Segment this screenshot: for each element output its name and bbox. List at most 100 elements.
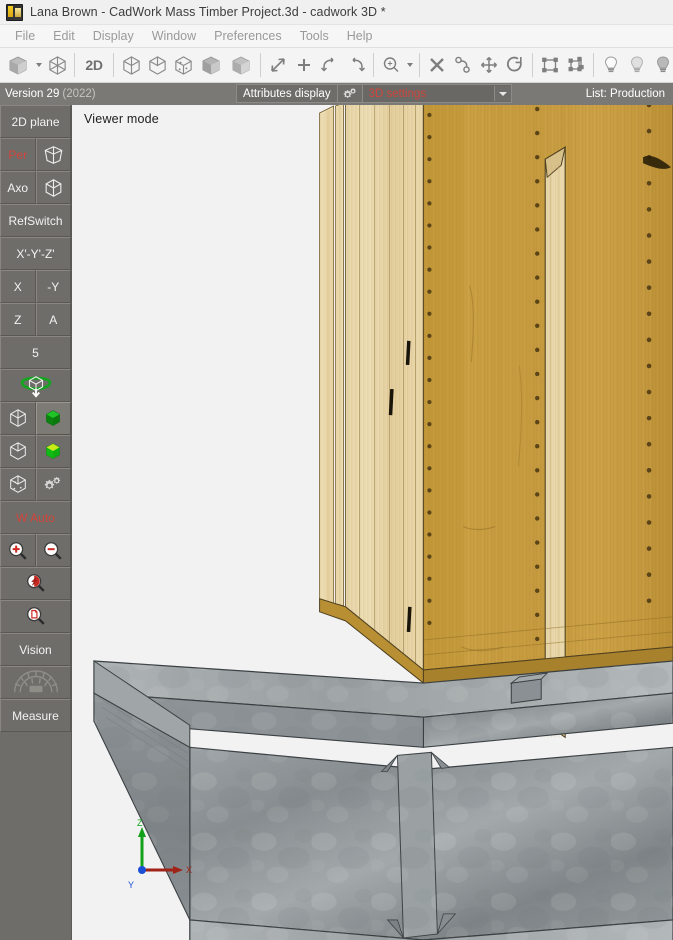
sidebar-zoom-out[interactable]: [35, 534, 71, 567]
sidebar-row: [0, 468, 71, 501]
shaded-cube-alt-icon[interactable]: [226, 50, 256, 80]
dropdown-caret-icon[interactable]: [404, 50, 415, 80]
sidebar-xyz-prime[interactable]: X'-Y'-Z': [0, 237, 71, 270]
sidebar-refswitch[interactable]: RefSwitch: [0, 204, 71, 237]
menu-file[interactable]: File: [6, 27, 44, 45]
hidden-line-cube-icon[interactable]: [144, 50, 170, 80]
separator: [419, 53, 420, 77]
separator: [593, 53, 594, 77]
menu-edit[interactable]: Edit: [44, 27, 84, 45]
sidebar-row: [0, 600, 71, 633]
sidebar-zoom-in[interactable]: [0, 534, 36, 567]
sidebar-axis-neg-y[interactable]: -Y: [35, 270, 71, 303]
3d-viewport[interactable]: Viewer mode Z X Y: [72, 105, 673, 940]
green-cube-icon: [46, 410, 61, 426]
axis-label-y: Y: [128, 880, 134, 890]
sidebar-perspective[interactable]: Per: [0, 138, 36, 171]
sidebar-zoom-window[interactable]: [0, 600, 71, 633]
hidden-line-cube-icon: [9, 442, 26, 460]
plus-icon[interactable]: [291, 50, 317, 80]
version-number: Version 29: [5, 88, 60, 100]
sidebar-row: Measure: [0, 699, 71, 732]
menu-tools[interactable]: Tools: [291, 27, 338, 45]
light-bulb-dim-icon[interactable]: [624, 50, 650, 80]
sidebar-row: 5: [0, 336, 71, 369]
sidebar-w-auto[interactable]: W Auto: [0, 501, 71, 534]
bounding-box-icon[interactable]: [537, 50, 563, 80]
move-arrows-icon[interactable]: [476, 50, 502, 80]
cadwork-3d-window: Lana Brown - CadWork Mass Timber Project…: [0, 0, 673, 940]
sidebar-axis-a[interactable]: A: [35, 303, 71, 336]
delete-cross-icon[interactable]: [424, 50, 450, 80]
solid-view-icon[interactable]: [3, 50, 33, 80]
dotted-cube-icon: [9, 475, 26, 493]
sidebar-dotted-toggle[interactable]: [0, 468, 36, 501]
sidebar-row: Vision: [0, 633, 71, 666]
2d-label: 2D: [85, 57, 103, 73]
settings-gear-button[interactable]: [337, 84, 363, 103]
redo-arrow-icon[interactable]: [343, 50, 369, 80]
dotted-cube-icon[interactable]: [170, 50, 196, 80]
3d-settings-combo[interactable]: 3D settings: [362, 84, 512, 103]
sidebar-vision[interactable]: Vision: [0, 633, 71, 666]
undo-arrow-icon[interactable]: [317, 50, 343, 80]
rotate-icon[interactable]: [502, 50, 528, 80]
axis-label-z: Z: [137, 818, 143, 828]
axis-label-x: X: [186, 865, 192, 875]
separator: [532, 53, 533, 77]
axis-gizmo: Z X Y: [128, 818, 192, 890]
sidebar-hidden-line-toggle[interactable]: [0, 435, 36, 468]
gear-wheel-icon: [13, 669, 58, 692]
dropdown-caret-icon[interactable]: [33, 50, 44, 80]
sidebar-2d-plane[interactable]: 2D plane: [0, 105, 71, 138]
2d-view-button[interactable]: 2D: [79, 50, 109, 80]
sidebar-row: Per: [0, 138, 71, 171]
zoom-selection-icon: [26, 574, 45, 592]
sidebar-zoom-selection[interactable]: [0, 567, 71, 600]
chevron-down-icon[interactable]: [493, 86, 511, 101]
sidebar-rotate-view[interactable]: [0, 369, 71, 402]
wireframe-cube-icon[interactable]: [44, 50, 70, 80]
title-bar: Lana Brown - CadWork Mass Timber Project…: [0, 0, 673, 25]
main-toolbar: 2D: [0, 48, 673, 83]
sidebar-bright-color[interactable]: [35, 435, 71, 468]
zoom-out-icon: [44, 541, 62, 560]
wireframe-view-icon[interactable]: [118, 50, 144, 80]
sidebar-axo[interactable]: Axo: [0, 171, 36, 204]
rotate-view-icon: [20, 375, 51, 398]
menu-preferences[interactable]: Preferences: [205, 27, 290, 45]
zoom-magnifier-icon[interactable]: [378, 50, 404, 80]
menu-display[interactable]: Display: [84, 27, 143, 45]
sidebar-row: X -Y: [0, 270, 71, 303]
sidebar-measure[interactable]: Measure: [0, 699, 71, 732]
axonometric-cube-icon[interactable]: [35, 171, 71, 204]
list-production-label[interactable]: List: Production: [586, 88, 665, 100]
separator: [113, 53, 114, 77]
sidebar-wireframe-toggle[interactable]: [0, 402, 36, 435]
zoom-in-icon: [8, 541, 27, 560]
perspective-cube-icon[interactable]: [35, 138, 71, 171]
light-bulb-off-icon[interactable]: [650, 50, 673, 80]
timber-rib: [544, 146, 566, 739]
menu-window[interactable]: Window: [143, 27, 205, 45]
sidebar-axis-z[interactable]: Z: [0, 303, 36, 336]
sidebar-step-value[interactable]: 5: [0, 336, 71, 369]
bounding-box-nodes-icon[interactable]: [563, 50, 589, 80]
attributes-display-button[interactable]: Attributes display: [236, 84, 338, 103]
shaded-cube-icon[interactable]: [196, 50, 226, 80]
window-title: Lana Brown - CadWork Mass Timber Project…: [30, 5, 386, 19]
timber-lamella-left: [345, 105, 424, 672]
sidebar-solid-color[interactable]: [35, 402, 71, 435]
copy-rotate-icon[interactable]: [450, 50, 476, 80]
3d-settings-value: 3D settings: [368, 87, 427, 100]
sidebar-display-settings[interactable]: [35, 468, 71, 501]
menu-help[interactable]: Help: [338, 27, 382, 45]
sidebar-row: W Auto: [0, 501, 71, 534]
sidebar-row: RefSwitch: [0, 204, 71, 237]
sidebar-row: X'-Y'-Z': [0, 237, 71, 270]
diagonal-arrow-icon[interactable]: [265, 50, 291, 80]
sidebar-gear-wheel[interactable]: [0, 666, 71, 699]
light-bulb-on-icon[interactable]: [598, 50, 624, 80]
sidebar-axis-x[interactable]: X: [0, 270, 36, 303]
wireframe-cube-icon: [9, 409, 26, 427]
